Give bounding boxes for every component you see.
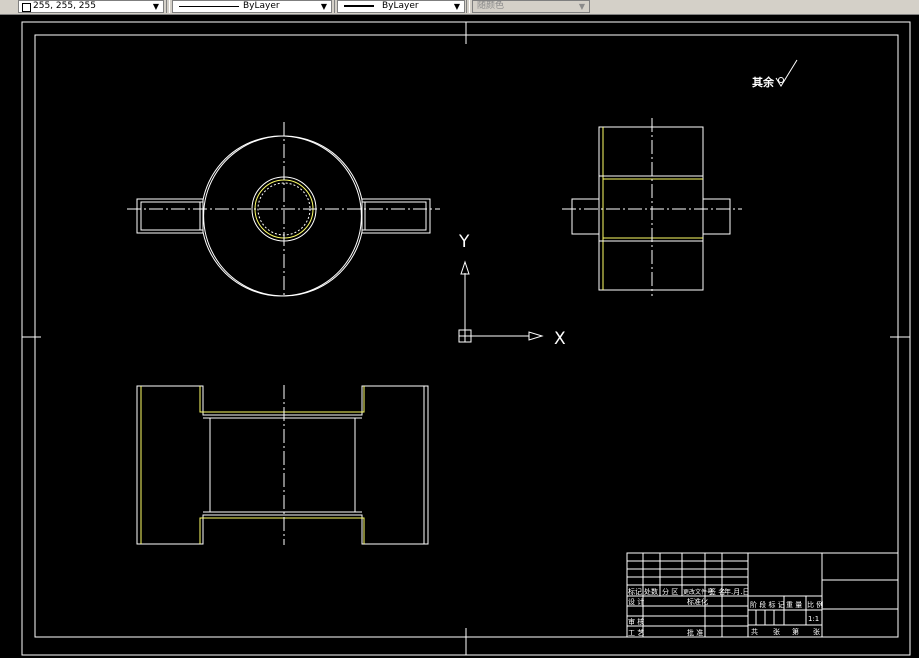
tb-header-sign: 签 名 bbox=[709, 587, 725, 596]
side-view bbox=[562, 118, 742, 296]
tb-weight-label: 重 量 bbox=[786, 601, 802, 609]
front-view bbox=[136, 385, 429, 545]
chevron-down-icon: ▼ bbox=[578, 2, 586, 11]
color-value: 255, 255, 255 bbox=[33, 1, 96, 11]
tb-stage-label: 阶 段 标 记 bbox=[750, 600, 785, 609]
lineweight-sample bbox=[344, 5, 374, 7]
tb-process-label: 工 艺 bbox=[628, 629, 644, 637]
tb-sheet-no: 第 bbox=[792, 627, 799, 636]
title-block-text: 标记 处数 分 区 更改文件号 签 名 年.月.日 设 计 标准化 审 核 工 … bbox=[628, 587, 823, 637]
roughness-circle-icon bbox=[778, 77, 784, 83]
color-swatch bbox=[22, 3, 31, 12]
chevron-down-icon[interactable]: ▼ bbox=[452, 1, 462, 12]
tb-review-label: 审 核 bbox=[628, 617, 644, 626]
properties-toolbar: 255, 255, 255 ▼ ByLayer ▼ ByLayer ▼ 随颜色 … bbox=[0, 0, 919, 15]
linetype-sample bbox=[179, 6, 239, 7]
plotstyle-value: 随颜色 bbox=[477, 1, 505, 11]
tb-approve-label: 批 准 bbox=[687, 628, 703, 637]
linetype-combo[interactable]: ByLayer ▼ bbox=[172, 0, 332, 13]
tb-header-date: 年.月.日 bbox=[724, 587, 749, 596]
plotstyle-combo: 随颜色 ▼ bbox=[472, 0, 590, 13]
drawing-canvas[interactable]: 其余 X Y 标记 处数 分 区 更改文件号 签 名 年.月.日 设 计 标准化… bbox=[0, 15, 919, 658]
ucs-x-label: X bbox=[554, 329, 566, 349]
lineweight-combo[interactable]: ByLayer ▼ bbox=[337, 0, 465, 13]
tb-scale-value: 1:1 bbox=[808, 615, 819, 623]
linetype-value: ByLayer bbox=[243, 1, 280, 11]
tb-sheet-unit2: 张 bbox=[813, 627, 820, 636]
toolbar-separator bbox=[466, 0, 470, 13]
lineweight-value: ByLayer bbox=[382, 1, 419, 11]
tb-sheet-total: 共 bbox=[751, 627, 758, 636]
color-combo[interactable]: 255, 255, 255 ▼ bbox=[18, 0, 164, 13]
top-view bbox=[127, 122, 440, 297]
chevron-down-icon[interactable]: ▼ bbox=[151, 1, 161, 12]
tb-header-count: 处数 bbox=[644, 587, 658, 596]
sheet-frame bbox=[21, 21, 911, 656]
surface-note-text: 其余 bbox=[752, 75, 775, 89]
tb-standard-label: 标准化 bbox=[687, 597, 708, 606]
tb-design-label: 设 计 bbox=[628, 597, 644, 606]
toolbar-separator bbox=[166, 0, 170, 13]
tb-header-mark: 标记 bbox=[628, 587, 642, 596]
tb-scale-label: 比 例 bbox=[807, 600, 823, 609]
ucs-icon: X Y bbox=[458, 232, 566, 349]
surface-finish-note: 其余 bbox=[752, 59, 798, 89]
ucs-y-label: Y bbox=[458, 232, 470, 252]
tb-header-zone: 分 区 bbox=[662, 587, 678, 596]
tb-sheet-unit1: 张 bbox=[773, 627, 780, 636]
chevron-down-icon[interactable]: ▼ bbox=[319, 1, 329, 12]
